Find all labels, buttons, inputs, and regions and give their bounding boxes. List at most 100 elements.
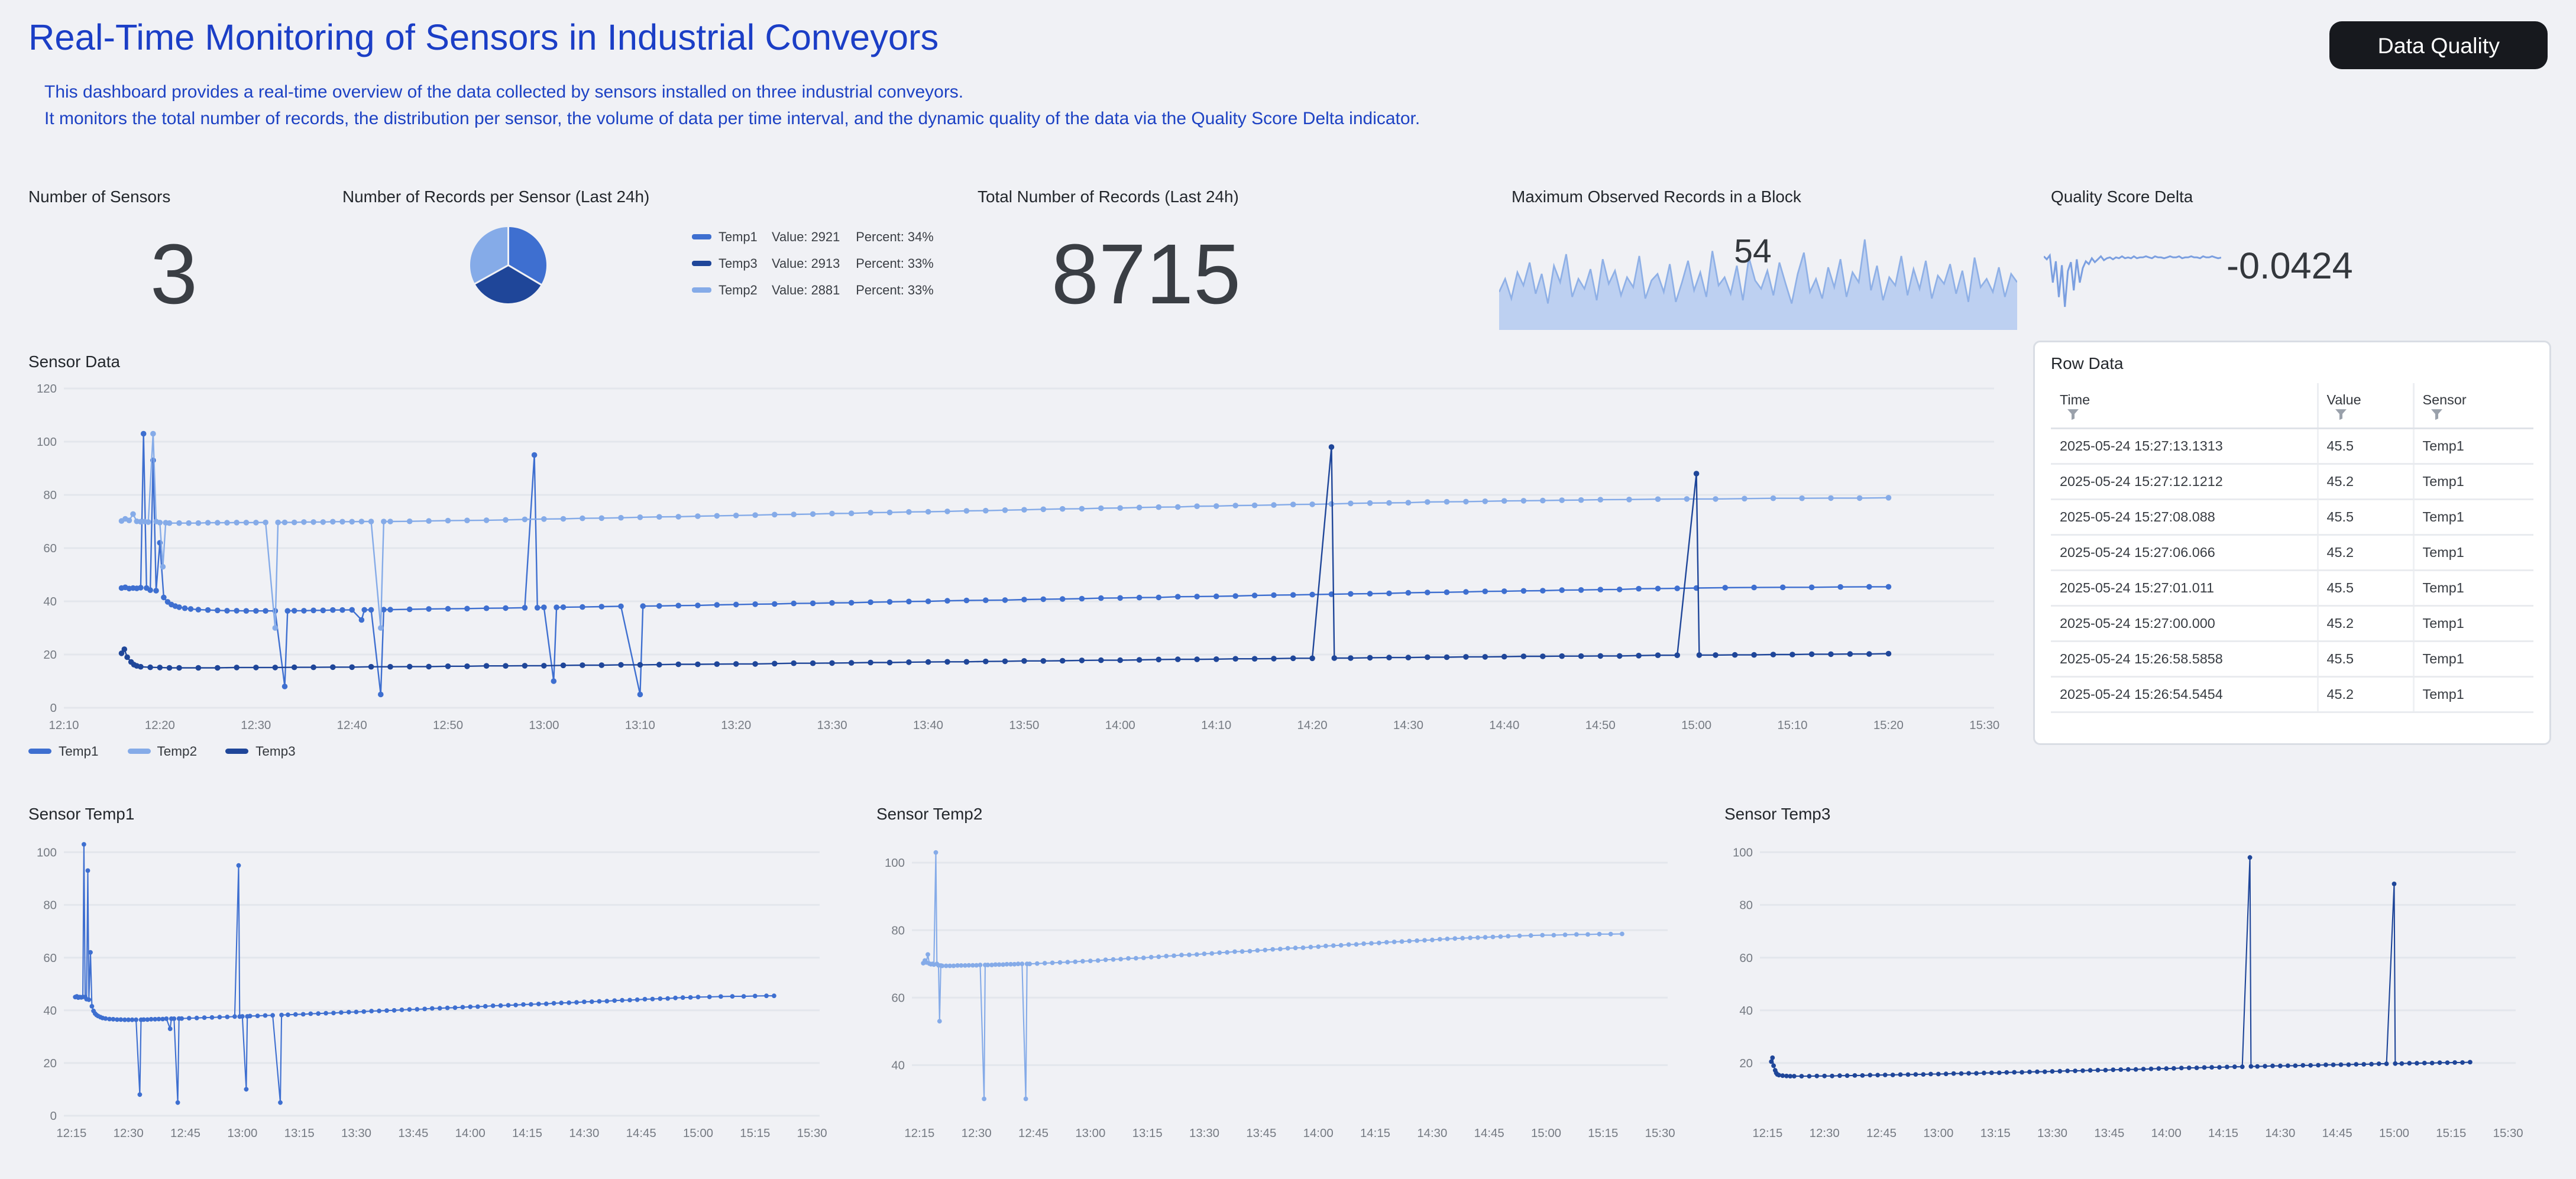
svg-text:12:30: 12:30 [962,1127,992,1140]
table-row[interactable]: 2025-05-24 15:27:08.088 45.5 Temp1 [2051,499,2533,536]
svg-text:13:20: 13:20 [721,719,751,732]
svg-text:14:15: 14:15 [512,1127,542,1140]
svg-text:14:45: 14:45 [2322,1127,2352,1140]
svg-text:40: 40 [891,1060,905,1073]
filter-icon[interactable] [2067,407,2079,420]
sensor-data-chart[interactable]: 0 20 40 60 80 100 120 12:10 12:20 12:30 12:40 12:50… [18,378,2012,736]
legend-label: Temp1 [59,743,99,759]
svg-text:13:45: 13:45 [1246,1127,1276,1140]
svg-text:14:20: 14:20 [1297,719,1328,732]
table-row[interactable]: 2025-05-24 15:27:00.000 45.2 Temp1 [2051,605,2533,642]
svg-text:14:30: 14:30 [1393,719,1423,732]
percent-label: Percent: [856,282,904,298]
row-data-title: Row Data [2051,355,2124,373]
column-header-time[interactable]: Time [2051,383,2318,429]
svg-text:12:45: 12:45 [1018,1127,1048,1140]
legend-name: Temp3 [719,255,758,271]
svg-text:13:15: 13:15 [284,1127,315,1140]
svg-text:12:20: 12:20 [145,719,175,732]
svg-text:15:15: 15:15 [2436,1127,2466,1140]
dashboard: Real-Time Monitoring of Sensors in Indus… [0,0,2576,1179]
svg-text:12:45: 12:45 [170,1127,200,1140]
svg-text:20: 20 [43,1057,57,1070]
table-row[interactable]: 2025-05-24 15:27:06.066 45.2 Temp1 [2051,535,2533,571]
table-row[interactable]: 2025-05-24 15:26:54.5454 45.2 Temp1 [2051,676,2533,713]
records-per-sensor-pie-chart[interactable] [468,225,548,305]
svg-text:80: 80 [43,899,57,912]
legend-swatch-temp3 [692,261,711,266]
svg-text:12:15: 12:15 [1752,1127,1782,1140]
svg-text:15:00: 15:00 [1531,1127,1561,1140]
svg-text:12:30: 12:30 [1810,1127,1840,1140]
legend-item-temp3[interactable]: Temp3 [225,743,296,759]
filter-icon[interactable] [2430,407,2442,420]
sensor-temp1-chart[interactable]: 0 20 40 60 80 100 12:15 12:30 12:45 13:00 13:15 13:… [18,828,837,1144]
svg-text:15:20: 15:20 [1873,719,1904,732]
legend-item-temp1[interactable]: Temp1 [28,743,99,759]
sensor-data-legend: Temp1 Temp2 Temp3 [28,743,296,759]
legend-percent: 34% [907,229,934,245]
svg-text:14:40: 14:40 [1489,719,1519,732]
table-row[interactable]: 2025-05-24 15:27:01.011 45.5 Temp1 [2051,570,2533,607]
legend-swatch-temp2 [692,287,711,293]
table-row[interactable]: 2025-05-24 15:26:58.5858 45.5 Temp1 [2051,641,2533,678]
svg-text:15:30: 15:30 [1969,719,1999,732]
row-data-panel: Row Data Time Value Sensor 2025-05-24 15… [2033,341,2551,745]
svg-text:14:00: 14:00 [2151,1127,2182,1140]
svg-text:40: 40 [43,595,57,608]
svg-text:20: 20 [1739,1057,1753,1070]
kpi-total-records-label: Total Number of Records (Last 24h) [978,188,1239,206]
svg-text:60: 60 [43,542,57,555]
subtitle-line-1: This dashboard provides a real-time over… [44,83,964,103]
svg-text:80: 80 [43,489,57,502]
svg-text:15:00: 15:00 [683,1127,713,1140]
legend-swatch-temp1 [692,234,711,239]
percent-label: Percent: [856,229,904,245]
svg-text:13:30: 13:30 [1189,1127,1219,1140]
svg-text:13:30: 13:30 [817,719,847,732]
svg-text:13:45: 13:45 [398,1127,428,1140]
svg-text:13:40: 13:40 [913,719,943,732]
svg-text:15:15: 15:15 [1588,1127,1618,1140]
sensor-temp3-chart[interactable]: 20 40 60 80 100 12:15 12:30 12:45 13:00 13:15 13:3… [1714,828,2533,1144]
svg-text:13:00: 13:00 [1923,1127,1953,1140]
records-per-sensor-legend: Temp1 Value: 2921 Percent: 34% Temp3 Val… [692,229,950,309]
table-row[interactable]: 2025-05-24 15:27:12.1212 45.2 Temp1 [2051,464,2533,500]
data-quality-button[interactable]: Data Quality [2329,21,2548,69]
svg-text:13:30: 13:30 [2037,1127,2067,1140]
legend-swatch-temp3 [225,749,249,754]
legend-percent: 33% [907,282,934,298]
svg-text:13:00: 13:00 [529,719,559,732]
svg-text:12:40: 12:40 [337,719,367,732]
svg-text:15:30: 15:30 [2493,1127,2523,1140]
svg-text:12:10: 12:10 [48,719,79,732]
table-row[interactable]: 2025-05-24 15:27:13.1313 45.5 Temp1 [2051,428,2533,465]
svg-text:100: 100 [1733,846,1753,859]
legend-value: 2921 [811,229,840,245]
column-header-sensor[interactable]: Sensor [2413,383,2533,429]
legend-name: Temp1 [719,229,758,245]
svg-text:14:30: 14:30 [1417,1127,1447,1140]
legend-item-temp2[interactable]: Temp2 [127,743,197,759]
svg-text:60: 60 [891,992,905,1005]
svg-text:13:30: 13:30 [341,1127,371,1140]
svg-text:14:00: 14:00 [455,1127,486,1140]
svg-text:14:50: 14:50 [1585,719,1616,732]
svg-text:14:15: 14:15 [2208,1127,2238,1140]
sensor-temp2-chart[interactable]: 40 60 80 100 12:15 12:30 12:45 13:00 13:15 13:30 1… [866,828,1685,1144]
svg-text:14:00: 14:00 [1303,1127,1334,1140]
sensor-temp1-title: Sensor Temp1 [28,805,135,823]
svg-text:12:45: 12:45 [1866,1127,1897,1140]
filter-icon[interactable] [2334,407,2347,420]
svg-text:100: 100 [37,436,57,449]
legend-swatch-temp2 [127,749,150,754]
svg-text:14:45: 14:45 [626,1127,656,1140]
svg-text:13:15: 13:15 [1132,1127,1163,1140]
svg-text:0: 0 [50,1110,57,1123]
kpi-max-block-value: 54 [1734,234,1772,271]
svg-text:100: 100 [37,846,57,859]
svg-text:13:45: 13:45 [2094,1127,2124,1140]
svg-text:120: 120 [37,383,57,396]
svg-text:40: 40 [1739,1005,1753,1018]
column-header-value[interactable]: Value [2317,383,2414,429]
